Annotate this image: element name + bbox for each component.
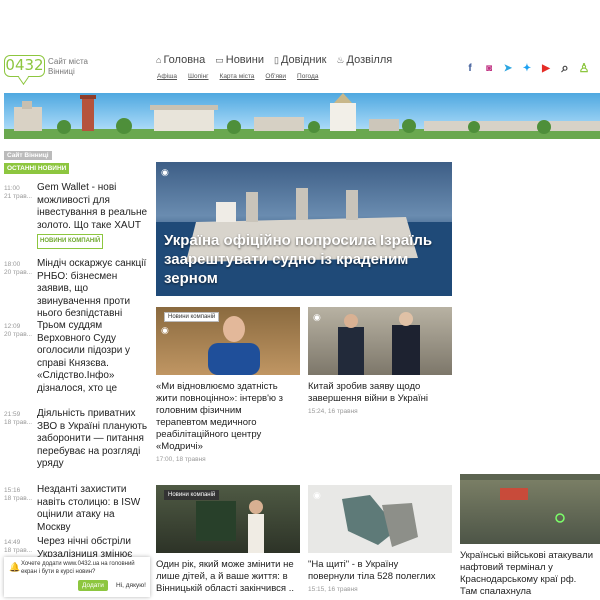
camera-icon: ◉ <box>313 312 321 322</box>
subnav-ads[interactable]: Об'яви <box>265 73 286 80</box>
article-card[interactable]: ◉ Китай зробив заяву щодо завершення вій… <box>308 307 452 415</box>
nav-directory[interactable]: ▯ Довідник <box>274 54 326 66</box>
company-news-badge[interactable]: НОВИНИ КОМПАНІЙ <box>37 234 104 249</box>
card-title[interactable]: «Ми відновлюємо здатність жити повноцінн… <box>156 381 294 453</box>
card-image[interactable]: Новини компаній <box>156 485 300 553</box>
news-time: 12:09 20 трав... <box>4 323 34 339</box>
site-logo[interactable]: 0432 <box>4 55 45 77</box>
card-image[interactable]: ◉ <box>308 485 452 553</box>
news-title[interactable]: Міндіч оскаржує санкції РНБО: бізнесмен … <box>37 258 150 321</box>
card-image[interactable] <box>460 474 600 544</box>
card-image[interactable]: ◉ Новини компаній <box>156 307 300 375</box>
camera-icon: ◉ <box>161 167 169 177</box>
nav-news[interactable]: ▭ Новини <box>215 54 264 66</box>
logo-text[interactable]: 0432 <box>5 56 43 74</box>
news-time: 18:00 20 трав... <box>4 261 34 277</box>
nav-label[interactable]: Головна <box>163 54 205 66</box>
facebook-icon[interactable]: f <box>464 62 476 74</box>
prompt-text: Хочете додати www.0432.ua на головний ек… <box>21 561 135 575</box>
card-date: 15:24, 16 травня <box>308 408 358 415</box>
time: 15:16 <box>4 487 21 494</box>
time: 12:09 <box>4 323 21 330</box>
card-date: 17:00, 18 травня <box>156 456 206 463</box>
news-time: 11:00 21 трав... <box>4 185 34 201</box>
news-time: 15:16 18 трав... <box>4 487 34 503</box>
add-button[interactable]: Додати <box>78 580 108 591</box>
subnav-map[interactable]: Карта міста <box>220 73 255 80</box>
logo-subtitle: Сайт міста Вінниці <box>48 57 88 76</box>
date: 18 трав... <box>4 547 33 554</box>
subnav-shopping[interactable]: Шопінг <box>188 73 209 80</box>
card-date: 15:15, 16 травня <box>308 586 358 593</box>
city-banner <box>4 93 600 139</box>
latest-news-tag[interactable]: ОСТАННІ НОВИНИ <box>4 163 70 174</box>
title-text[interactable]: Gem Wallet - нові можливості для інвесту… <box>37 182 147 231</box>
news-title[interactable]: Незданті захистити навіть столицю: в ISW… <box>37 484 150 534</box>
telegram-icon[interactable]: ➤ <box>502 62 514 74</box>
site-tag[interactable]: Сайт Вінниці <box>4 151 52 160</box>
satellite-map <box>460 474 600 523</box>
book-icon: ▯ <box>274 54 279 65</box>
card-title[interactable]: Китай зробив заяву щодо завершення війни… <box>308 381 446 405</box>
site-header: 0432 Сайт міста Вінниці ⌂ Головна ▭ Новини… <box>0 0 600 90</box>
date: 21 трав... <box>4 193 33 200</box>
add-to-homescreen-prompt: 🔔 Хочете додати www.0432.ua на головний … <box>4 557 150 597</box>
card-title[interactable]: Українські військові атакували нафтовий … <box>460 550 596 598</box>
featured-article[interactable]: ◉ Україна офіційно попросила Ізраїль заа… <box>156 162 452 296</box>
card-title[interactable]: "На щиті" - в Україну повернули тіла 528… <box>308 559 446 583</box>
twitter-icon[interactable]: ✦ <box>521 62 533 74</box>
nav-home[interactable]: ⌂ Головна <box>156 54 205 66</box>
nav-label[interactable]: Дозвілля <box>347 54 393 66</box>
time: 21:59 <box>4 411 21 418</box>
date: 20 трав... <box>4 269 33 276</box>
news-title[interactable]: Трьом суддям Верховного Суду оголосили п… <box>37 320 150 395</box>
card-title[interactable]: Один рік, який може змінити не лише діте… <box>156 559 294 595</box>
article-card[interactable]: ◉ Новини компаній «Ми відновлюємо здатні… <box>156 307 300 463</box>
featured-title[interactable]: Україна офіційно попросила Ізраїль зааре… <box>164 231 449 288</box>
nav-label[interactable]: Довідник <box>281 54 326 66</box>
youtube-icon[interactable]: ▶ <box>540 62 552 74</box>
home-icon: ⌂ <box>156 55 162 65</box>
company-news-badge[interactable]: Новини компаній <box>164 312 220 322</box>
article-card[interactable]: Українські військові атакували нафтовий … <box>460 474 600 598</box>
camera-icon: ◉ <box>313 490 321 500</box>
news-title[interactable]: Gem Wallet - нові можливості для інвесту… <box>37 182 150 249</box>
news-time: 21:59 18 трав... <box>4 411 34 427</box>
subnav-afisha[interactable]: Афіша <box>157 73 177 80</box>
drama-icon: ♨ <box>336 54 345 65</box>
search-icon[interactable]: ⌕ <box>559 60 571 75</box>
news-title[interactable]: Діяльність приватних ЗВО в Україні плану… <box>37 408 150 471</box>
article-card[interactable]: Новини компаній Один рік, який може змін… <box>156 485 300 595</box>
time: 18:00 <box>4 261 21 268</box>
time: 14:49 <box>4 539 21 546</box>
date: 18 трав... <box>4 419 33 426</box>
social-links: f ◙ ➤ ✦ ▶ ⌕ ♙ <box>464 60 590 75</box>
article-card[interactable]: ◉ "На щиті" - в Україну повернули тіла 5… <box>308 485 452 593</box>
card-image[interactable]: ◉ <box>308 307 452 375</box>
skyline-illustration <box>4 93 600 139</box>
time: 11:00 <box>4 185 20 192</box>
date: 18 трав... <box>4 495 33 502</box>
hands-illustration <box>342 495 418 547</box>
news-time: 14:49 18 трав... <box>4 539 34 555</box>
main-nav: ⌂ Головна ▭ Новини ▯ Довідник ♨ Дозвілля <box>156 54 392 66</box>
nav-leisure[interactable]: ♨ Дозвілля <box>336 54 392 66</box>
date: 20 трав... <box>4 331 33 338</box>
user-icon[interactable]: ♙ <box>578 61 590 75</box>
subnav-weather[interactable]: Погода <box>297 73 318 80</box>
handshake-photo <box>338 312 420 375</box>
instagram-icon[interactable]: ◙ <box>483 62 495 74</box>
decline-button[interactable]: Ні, дякую! <box>116 582 146 589</box>
camera-icon: ◉ <box>161 325 169 335</box>
company-news-badge[interactable]: Новини компаній <box>164 490 220 500</box>
nav-label[interactable]: Новини <box>226 54 264 66</box>
sub-nav: Афіша Шопінг Карта міста Об'яви Погода <box>157 73 318 80</box>
chat-icon: ▭ <box>215 54 224 65</box>
bell-icon: 🔔 <box>9 562 21 572</box>
